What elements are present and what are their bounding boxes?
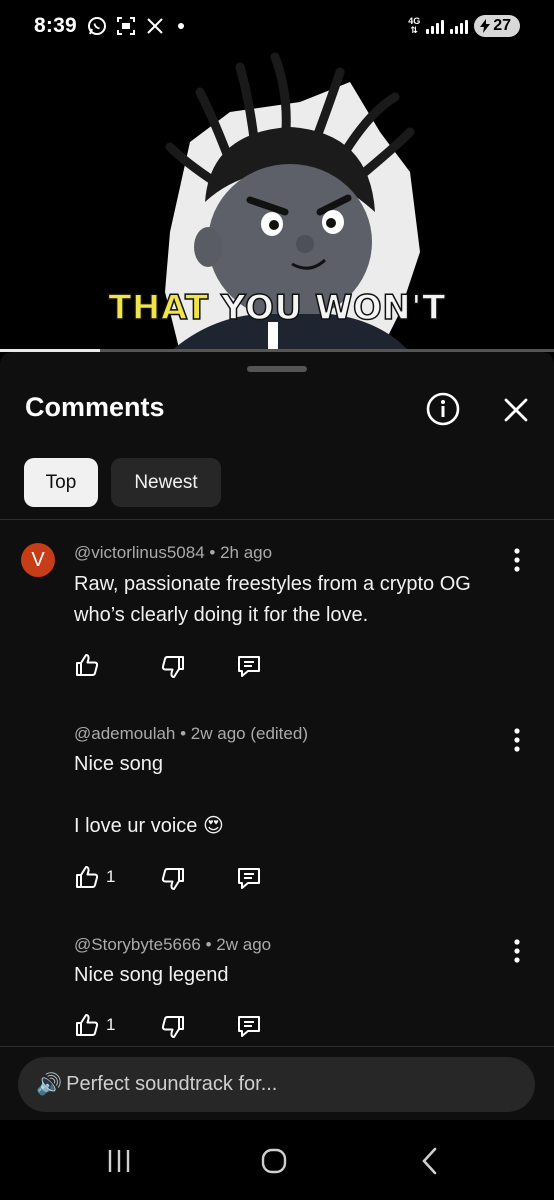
dislike-button[interactable]	[160, 1014, 186, 1040]
battery-level: 27	[493, 17, 511, 34]
comment-more-button[interactable]	[506, 727, 528, 753]
battery-indicator: 27	[474, 15, 520, 37]
reply-icon	[238, 1016, 260, 1037]
dislike-button[interactable]	[160, 654, 186, 680]
whatsapp-icon	[87, 16, 107, 36]
video-caption: THAT YOU WON'T	[0, 287, 554, 329]
comment-text-line: who’s clearly doing it for the love.	[74, 604, 369, 626]
reply-button[interactable]	[236, 1013, 262, 1039]
back-icon	[422, 1147, 437, 1175]
divider	[0, 1046, 554, 1047]
comment-text-line: Raw, passionate freestyles from a crypto…	[74, 573, 471, 595]
info-button[interactable]	[424, 390, 462, 428]
notification-dot	[177, 23, 184, 29]
home-button[interactable]	[244, 1144, 304, 1178]
x-icon	[145, 16, 165, 36]
comment-text-line: I love ur voice 😍	[74, 815, 224, 837]
speaker-emoji-icon: 🔊	[36, 1072, 63, 1096]
like-button[interactable]: 1	[74, 1012, 115, 1038]
comment-time: 2w ago	[216, 935, 272, 954]
more-vert-icon	[514, 548, 520, 572]
avatar[interactable]: V	[21, 543, 55, 577]
comment-text: Nice song legend	[74, 964, 229, 986]
status-time: 8:39	[34, 14, 77, 37]
comment-meta: @ademoulah • 2w ago (edited)	[74, 724, 308, 743]
comment-more-button[interactable]	[506, 547, 528, 573]
comment-text: Raw, passionate freestyles from a crypto…	[74, 569, 524, 631]
comment-time: 2w ago (edited)	[190, 724, 308, 743]
comment-text: Nice song I love ur voice 😍	[74, 749, 524, 842]
comment-time: 2h ago	[220, 543, 273, 562]
more-vert-icon	[514, 728, 520, 752]
close-button[interactable]	[498, 392, 534, 428]
recent-apps-icon	[108, 1150, 130, 1172]
like-count: 1	[106, 1015, 116, 1034]
charging-icon	[480, 19, 491, 33]
like-button[interactable]	[74, 652, 100, 678]
reply-icon	[238, 868, 260, 889]
reply-button[interactable]	[236, 653, 262, 679]
filter-chip-top[interactable]: Top	[24, 458, 98, 507]
thumbs-down-icon	[161, 656, 184, 678]
dislike-button[interactable]	[160, 866, 186, 892]
caption-word-highlight: THAT	[107, 287, 209, 329]
back-button[interactable]	[400, 1144, 460, 1178]
thumbs-up-icon	[76, 866, 99, 888]
thumbs-up-icon	[76, 654, 99, 676]
like-count: 1	[106, 867, 116, 886]
info-icon	[426, 392, 460, 426]
comment-input-box[interactable]: 🔊	[18, 1057, 535, 1112]
recent-apps-button[interactable]	[89, 1144, 149, 1178]
divider	[0, 519, 554, 520]
close-icon	[504, 398, 528, 422]
signal-icon-2	[450, 18, 469, 34]
comment-author[interactable]: @Storybyte5666	[74, 935, 201, 954]
drag-handle[interactable]	[247, 366, 307, 372]
signal-icon	[426, 18, 445, 34]
reply-button[interactable]	[236, 865, 262, 891]
comment-more-button[interactable]	[506, 938, 528, 964]
thumbs-down-icon	[161, 868, 184, 890]
status-right: 4G ⇅ 27	[408, 15, 520, 37]
thumbs-up-icon	[76, 1014, 99, 1036]
home-icon	[261, 1148, 287, 1174]
reply-icon	[238, 656, 260, 677]
network-type: 4G ⇅	[408, 16, 421, 35]
status-bar: 8:39 4G ⇅ 27	[0, 0, 554, 52]
comment-input[interactable]	[66, 1073, 497, 1096]
notification-icons	[87, 16, 184, 36]
comment-author[interactable]: @ademoulah	[74, 724, 175, 743]
system-nav-bar	[0, 1120, 554, 1200]
comment-author[interactable]: @victorlinus5084	[74, 543, 205, 562]
more-vert-icon	[514, 939, 520, 963]
screenshot-icon	[116, 16, 136, 36]
comment-meta: @victorlinus5084 • 2h ago	[74, 543, 273, 562]
like-button[interactable]: 1	[74, 864, 115, 890]
video-player[interactable]: THAT YOU WON'T	[0, 52, 554, 352]
sheet-title: Comments	[25, 392, 165, 422]
comment-text-line: Nice song	[74, 753, 163, 775]
comment-meta: @Storybyte5666 • 2w ago	[74, 935, 272, 954]
caption-rest: YOU WON'T	[208, 287, 446, 329]
filter-chip-newest[interactable]: Newest	[111, 458, 221, 507]
heart-eyes-emoji: 😍	[202, 815, 224, 837]
thumbs-down-icon	[161, 1016, 184, 1038]
